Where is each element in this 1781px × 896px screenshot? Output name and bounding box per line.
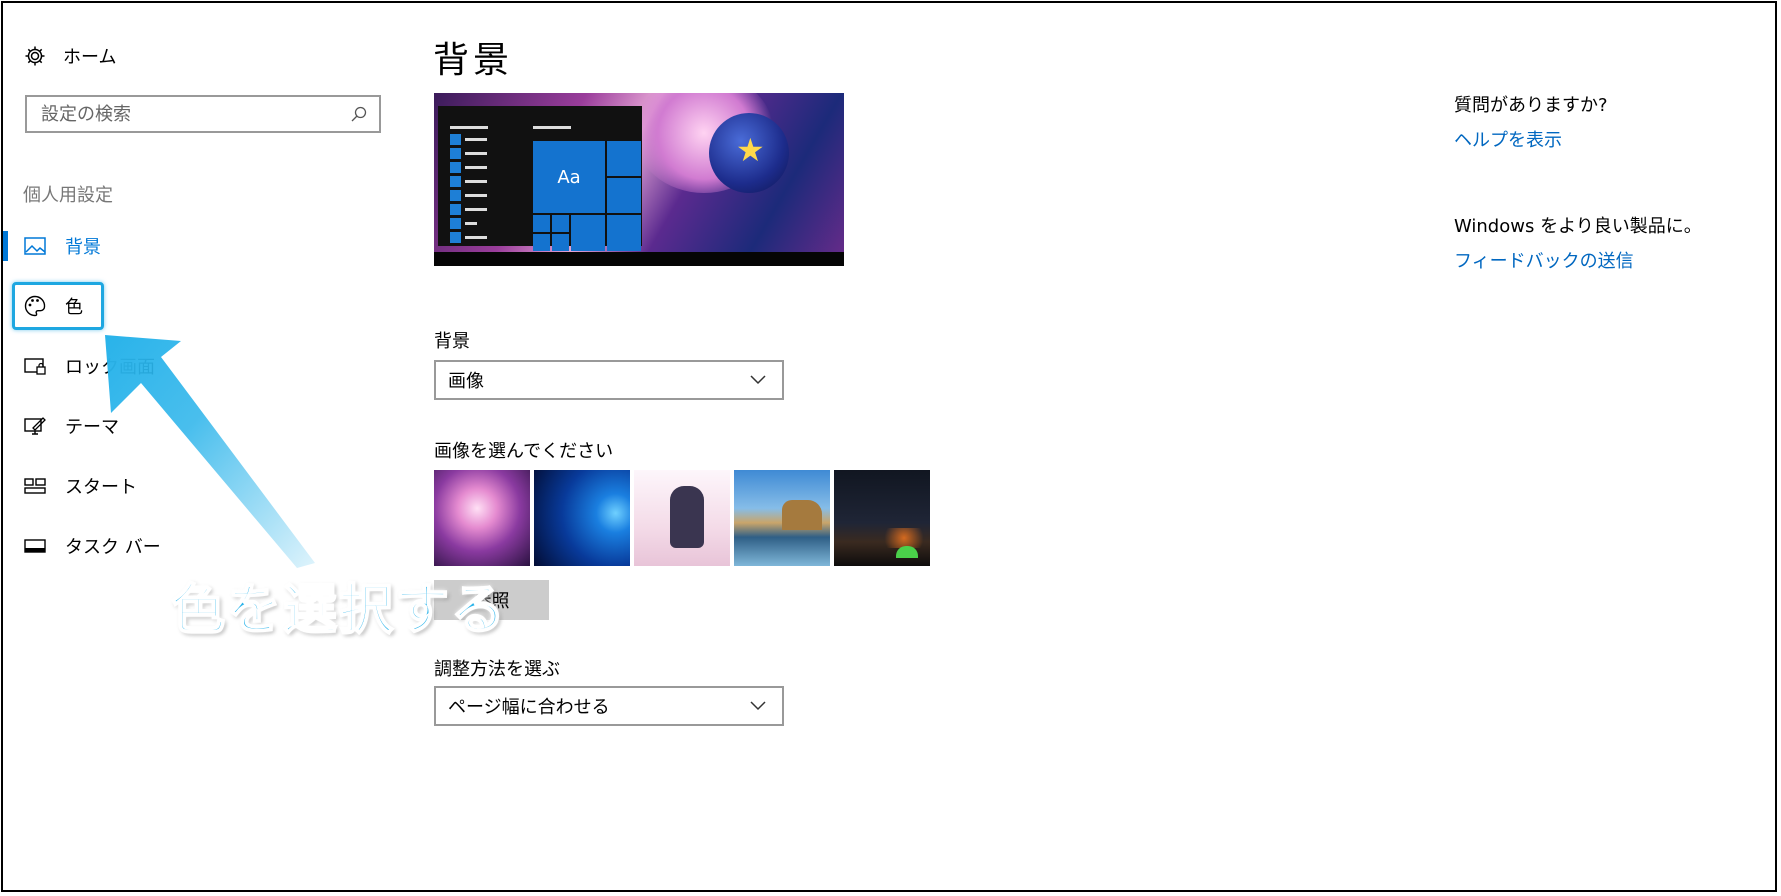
feedback-link[interactable]: フィードバックの送信	[1454, 247, 1634, 273]
chevron-down-icon	[746, 694, 770, 718]
image-thumbnail[interactable]	[734, 470, 830, 566]
help-link[interactable]: ヘルプを表示	[1454, 126, 1562, 152]
star-icon: ★	[736, 131, 765, 169]
feedback-heading: Windows をより良い製品に。	[1454, 216, 1702, 237]
annotation-callout: 色を選択する	[170, 577, 507, 642]
image-thumbnail[interactable]	[634, 470, 730, 566]
chevron-down-icon	[746, 368, 770, 392]
settings-window: ホーム 個人用設定 背景 色 ロック画面 テーマ	[1, 1, 1777, 892]
image-thumbnail[interactable]	[834, 470, 930, 566]
question-heading: 質問がありますか?	[1454, 95, 1608, 116]
